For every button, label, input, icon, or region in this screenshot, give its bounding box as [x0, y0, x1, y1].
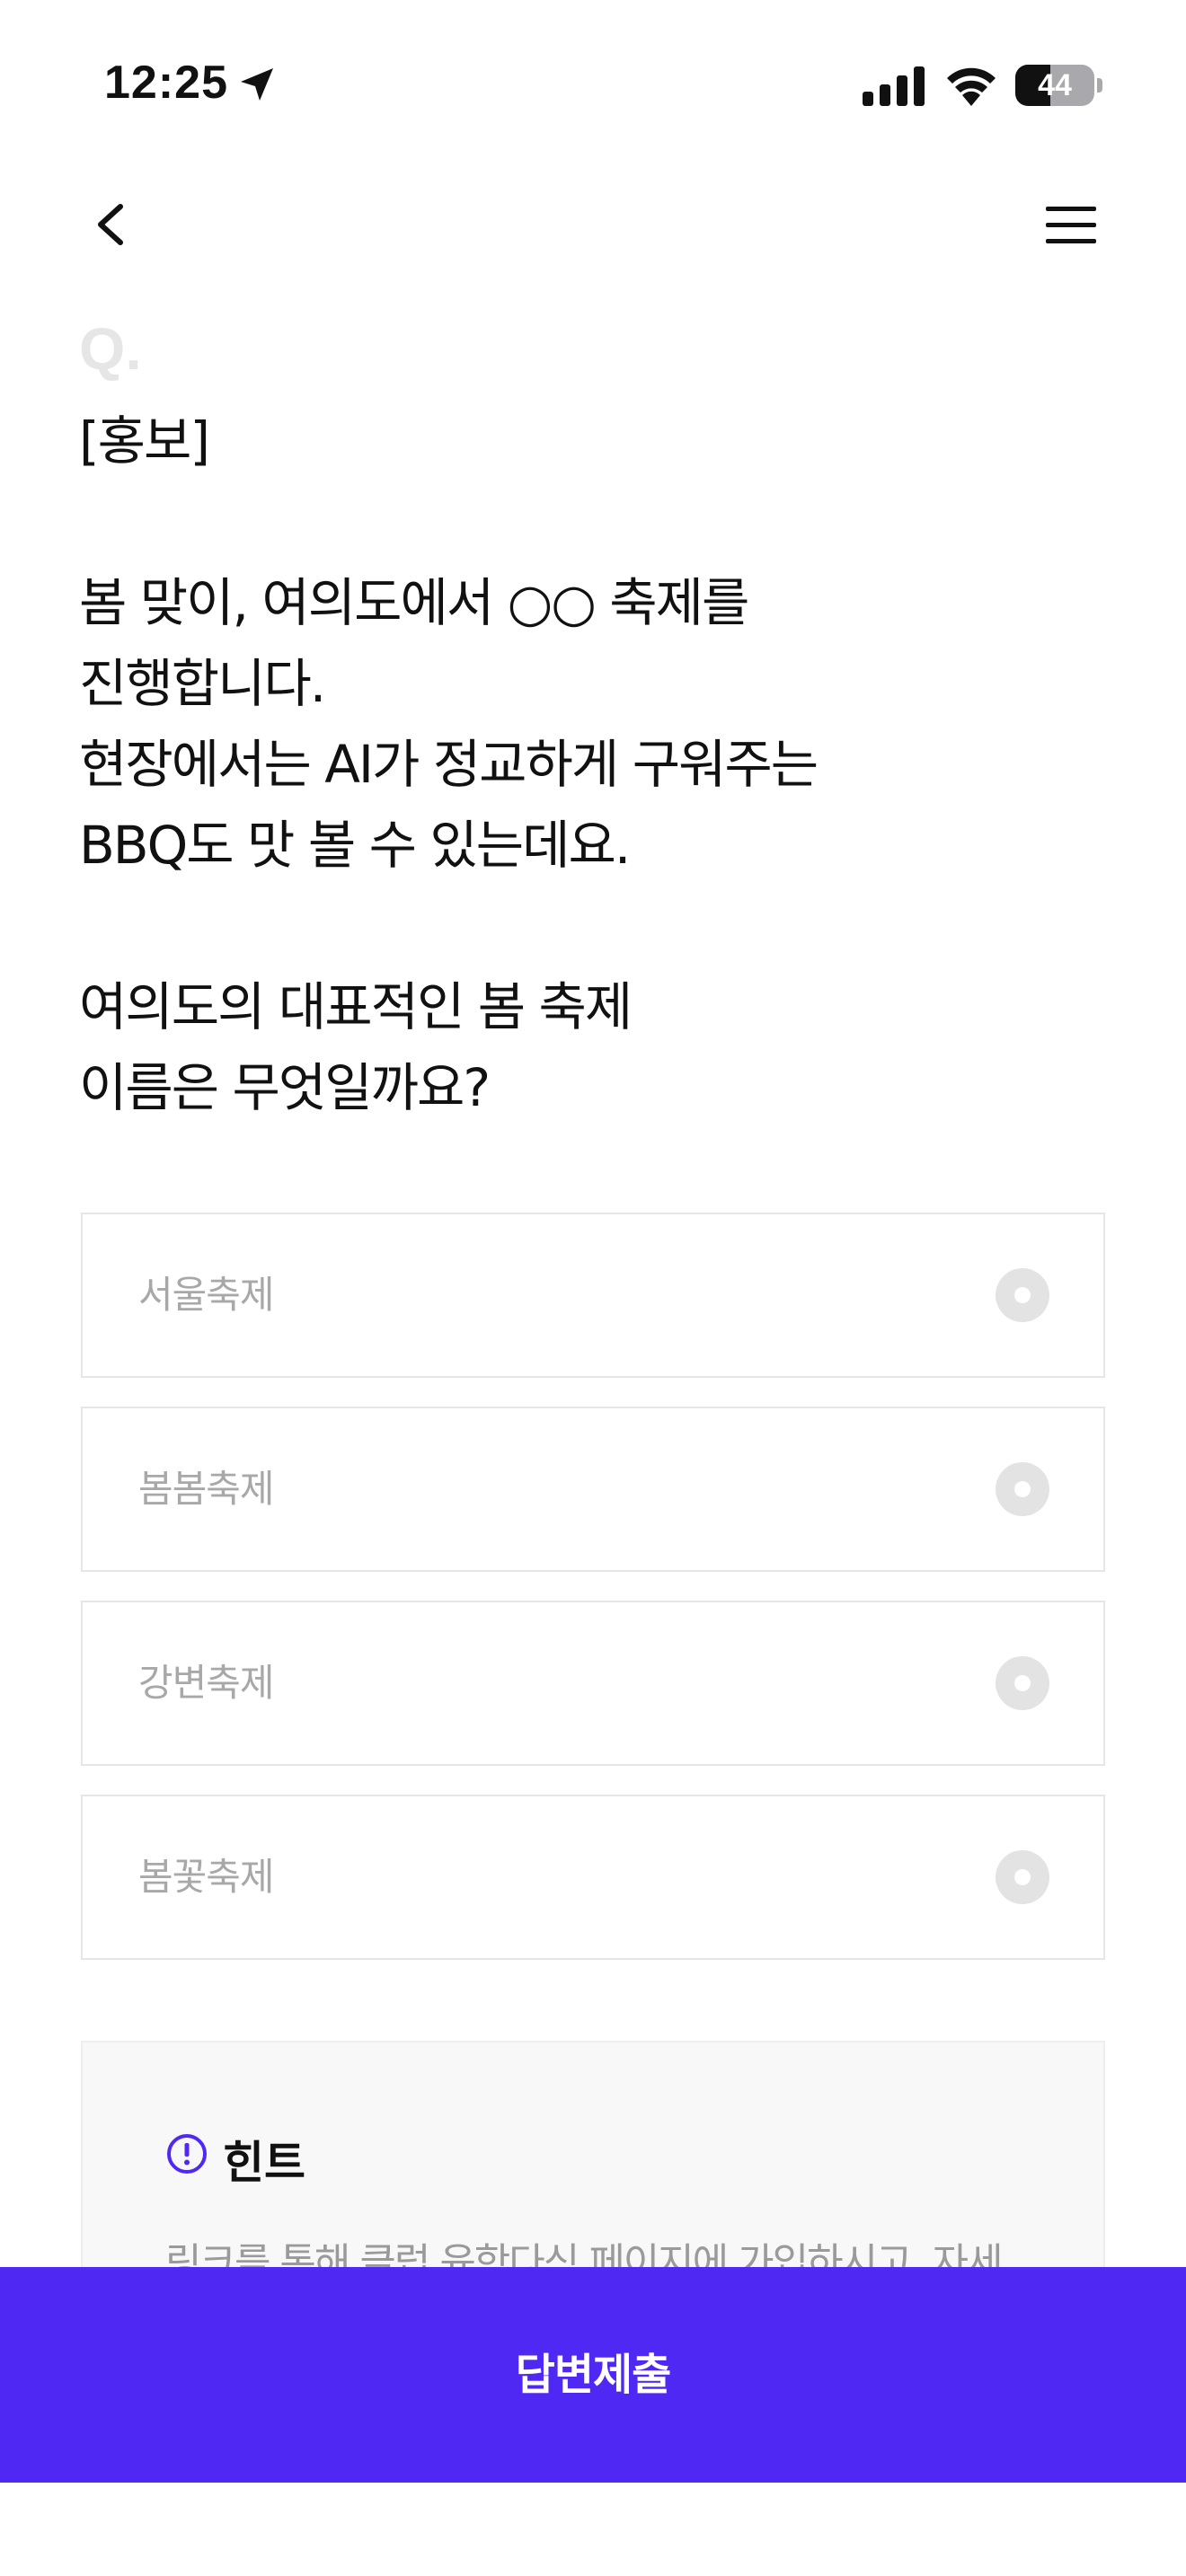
answer-option[interactable]: 봄꽃축제: [81, 1795, 1105, 1960]
battery-body: 44: [1015, 65, 1094, 106]
hint-title: 힌트: [223, 2137, 305, 2189]
cellular-signal-icon: [863, 66, 925, 106]
question-text: [홍보] 봄 맞이, 여의도에서 ○○ 축제를 진행합니다. 현장에서는 AI가…: [79, 410, 819, 1118]
answer-options: 서울축제 봄봄축제 강변축제 봄꽃축제: [81, 1213, 1105, 1989]
status-time: 12:25: [104, 57, 228, 109]
answer-option[interactable]: 봄봄축제: [81, 1407, 1105, 1572]
radio-icon[interactable]: [996, 1462, 1049, 1516]
answer-option[interactable]: 서울축제: [81, 1213, 1105, 1378]
status-bar: 12:25 44: [0, 0, 1186, 171]
battery-cap: [1097, 78, 1102, 93]
location-arrow-icon: [241, 68, 273, 101]
radio-icon[interactable]: [996, 1850, 1049, 1904]
submit-answer-button[interactable]: 답변제출: [0, 2267, 1186, 2483]
back-button[interactable]: [81, 189, 144, 260]
radio-icon[interactable]: [996, 1656, 1049, 1710]
battery-level: 44: [1038, 68, 1072, 102]
exclamation-circle-icon: [167, 2134, 207, 2174]
answer-option-label: 봄봄축제: [138, 1467, 275, 1511]
menu-button[interactable]: [1039, 198, 1103, 251]
question-marker: Q.: [79, 315, 142, 382]
quiz-screen: 12:25 44 Q. [홍보] 봄 맞이, 여의도에서 ○○ 축제를 진행합니…: [0, 0, 1186, 2576]
wifi-icon: [947, 67, 996, 106]
answer-option[interactable]: 강변축제: [81, 1601, 1105, 1766]
home-indicator-area: [0, 2483, 1186, 2576]
answer-option-label: 강변축제: [138, 1661, 275, 1705]
answer-option-label: 서울축제: [138, 1273, 275, 1317]
battery-indicator: 44: [1015, 65, 1102, 106]
radio-icon[interactable]: [996, 1268, 1049, 1322]
answer-option-label: 봄꽃축제: [138, 1855, 275, 1899]
